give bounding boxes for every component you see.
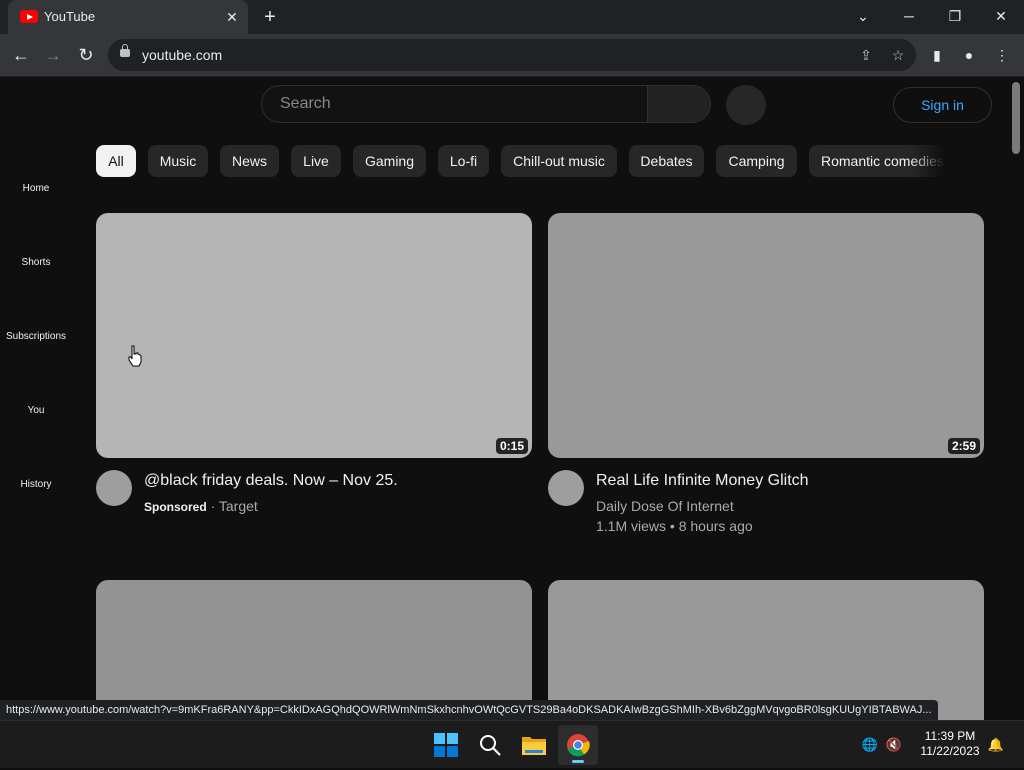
clock-time: 11:39 PM bbox=[924, 729, 976, 743]
nav-item-subscriptions[interactable]: Subscriptions bbox=[0, 331, 72, 342]
meta-separator: · bbox=[210, 498, 219, 514]
channel-avatar[interactable] bbox=[548, 470, 584, 506]
page-scrollbar-thumb[interactable] bbox=[1012, 82, 1020, 154]
file-explorer-icon[interactable] bbox=[514, 725, 554, 765]
browser-tab-strip: YouTube ✕ + ⌄ ─ ❐ ✕ bbox=[0, 0, 1024, 34]
channel-name[interactable]: Daily Dose Of Internet bbox=[596, 498, 734, 514]
chip-chill-out-music[interactable]: Chill-out music bbox=[501, 145, 617, 177]
active-app-indicator bbox=[572, 760, 584, 763]
chip-lofi[interactable]: Lo-fi bbox=[438, 145, 489, 177]
chip-all[interactable]: All bbox=[96, 145, 136, 177]
video-duration: 0:15 bbox=[495, 438, 528, 454]
forward-button[interactable]: → bbox=[40, 42, 66, 68]
restore-button[interactable]: ❐ bbox=[940, 4, 970, 28]
notification-bell-icon[interactable]: 🔔 bbox=[986, 735, 1006, 755]
chip-music[interactable]: Music bbox=[148, 145, 208, 177]
chrome-icon[interactable] bbox=[558, 725, 598, 765]
video-title[interactable]: Real Life Infinite Money Glitch bbox=[596, 472, 809, 490]
minimize-button[interactable]: ─ bbox=[894, 4, 924, 28]
video-thumbnail[interactable] bbox=[548, 580, 984, 720]
share-icon[interactable]: ⇪ bbox=[856, 45, 876, 65]
chip-camping[interactable]: Camping bbox=[716, 145, 797, 177]
tab-search-chevron-icon[interactable]: ⌄ bbox=[848, 4, 878, 28]
speaker-muted-icon[interactable]: 🔇 bbox=[884, 735, 904, 755]
back-button[interactable]: ← bbox=[8, 42, 34, 68]
side-panel-icon[interactable]: ▮ bbox=[928, 46, 946, 64]
new-tab-button[interactable]: + bbox=[258, 5, 282, 29]
address-bar[interactable]: youtube.com ⇪ ☆ bbox=[108, 39, 916, 71]
search-button[interactable] bbox=[647, 85, 711, 123]
clock-date: 11/22/2023 bbox=[920, 744, 980, 758]
link-status-url: https://www.youtube.com/watch?v=9mKFra6R… bbox=[0, 700, 938, 720]
video-thumbnail[interactable] bbox=[96, 580, 532, 720]
chip-news[interactable]: News bbox=[220, 145, 279, 177]
lock-icon[interactable] bbox=[120, 44, 130, 57]
sponsored-label: Sponsored bbox=[144, 500, 207, 514]
sign-in-button[interactable]: Sign in bbox=[893, 87, 992, 123]
address-url[interactable]: youtube.com bbox=[142, 47, 222, 63]
reload-button[interactable]: ↻ bbox=[73, 42, 99, 68]
channel-name[interactable]: Target bbox=[219, 498, 258, 514]
search-icon[interactable] bbox=[470, 725, 510, 765]
bookmark-star-icon[interactable]: ☆ bbox=[888, 45, 908, 65]
hand-cursor-icon bbox=[128, 345, 142, 367]
video-title[interactable]: @black friday deals. Now – Nov 25. bbox=[144, 472, 398, 490]
nav-item-shorts[interactable]: Shorts bbox=[0, 257, 72, 268]
nav-item-you[interactable]: You bbox=[0, 405, 72, 416]
chip-romantic-comedies[interactable]: Romantic comedies bbox=[809, 145, 945, 177]
more-menu-icon[interactable]: ⋮ bbox=[993, 46, 1011, 64]
windows-start-icon[interactable] bbox=[426, 725, 466, 765]
browser-toolbar: ← → ↻ youtube.com ⇪ ☆ ▮ ● ⋮ bbox=[0, 34, 1024, 77]
chip-gaming[interactable]: Gaming bbox=[353, 145, 426, 177]
video-duration: 2:59 bbox=[947, 438, 980, 454]
taskbar-clock[interactable]: 11:39 PM 11/22/2023 bbox=[910, 729, 990, 759]
chip-live[interactable]: Live bbox=[291, 145, 341, 177]
globe-icon[interactable]: 🌐 bbox=[860, 735, 880, 755]
tab-close-icon[interactable]: ✕ bbox=[222, 7, 242, 27]
voice-search-button[interactable] bbox=[726, 85, 766, 125]
video-meta: Sponsored · Target bbox=[144, 498, 258, 514]
youtube-favicon-icon bbox=[20, 10, 38, 23]
browser-tab-youtube[interactable]: YouTube ✕ bbox=[8, 0, 248, 34]
nav-item-history[interactable]: History bbox=[0, 479, 72, 490]
windows-taskbar: 🌐 🔇 11:39 PM 11/22/2023 🔔 bbox=[0, 720, 1024, 768]
tab-title: YouTube bbox=[44, 9, 96, 24]
search-box[interactable] bbox=[261, 85, 647, 123]
profile-icon[interactable]: ● bbox=[960, 46, 978, 64]
nav-item-home[interactable]: Home bbox=[0, 183, 72, 194]
video-stats: 1.1M views • 8 hours ago bbox=[596, 518, 753, 534]
chip-debates[interactable]: Debates bbox=[629, 145, 704, 177]
search-input[interactable] bbox=[278, 94, 622, 114]
video-thumbnail[interactable]: 0:15 bbox=[96, 213, 532, 458]
close-window-button[interactable]: ✕ bbox=[986, 4, 1016, 28]
video-thumbnail[interactable]: 2:59 bbox=[548, 213, 984, 458]
channel-avatar[interactable] bbox=[96, 470, 132, 506]
